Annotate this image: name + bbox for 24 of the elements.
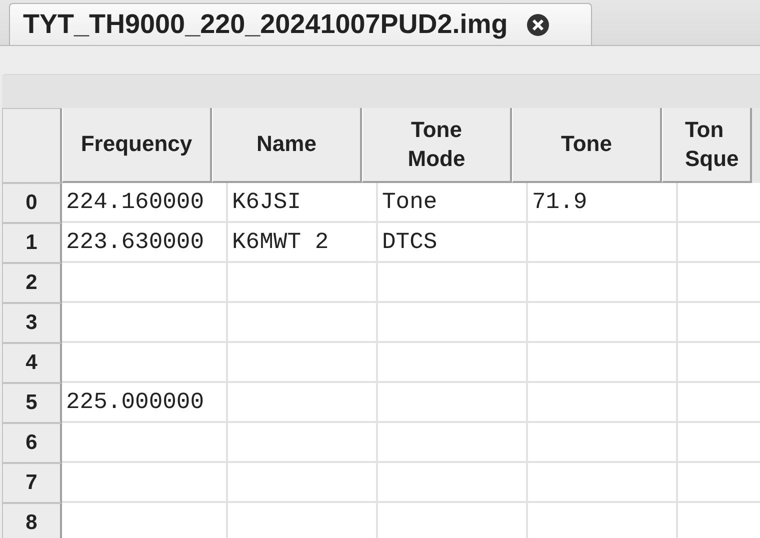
table-cell: 71.9	[528, 183, 678, 223]
column-header[interactable]: Tone Mode	[362, 108, 512, 183]
row-header[interactable]: 7	[2, 463, 62, 503]
row-header[interactable]: 5	[2, 383, 62, 423]
row-header[interactable]: 3	[2, 303, 62, 343]
column-header[interactable]: Tone	[512, 108, 662, 183]
file-tab[interactable]: TYT_TH9000_220_20241007PUD2.img	[9, 3, 592, 45]
row-header[interactable]: 4	[2, 343, 62, 383]
row-header[interactable]: 1	[2, 223, 62, 263]
row-header[interactable]: 2	[2, 263, 62, 303]
row-header[interactable]: 6	[2, 423, 62, 463]
row-header[interactable]: 8	[2, 503, 62, 538]
table-cell: K6MWT 2	[228, 223, 378, 263]
row-header[interactable]: 0	[2, 183, 62, 223]
table-cell: Tone	[378, 183, 528, 223]
table-cell: 224.160000	[62, 183, 228, 223]
table-cell: 223.630000	[62, 223, 228, 263]
column-header[interactable]: Frequency	[62, 108, 212, 183]
close-icon[interactable]	[526, 12, 550, 36]
column-header[interactable]: Name	[212, 108, 362, 183]
table-cell: K6JSI	[228, 183, 378, 223]
table-cell: 225.000000	[62, 383, 228, 423]
table-cell: DTCS	[378, 223, 528, 263]
column-header[interactable]: Ton Sque	[662, 108, 752, 183]
